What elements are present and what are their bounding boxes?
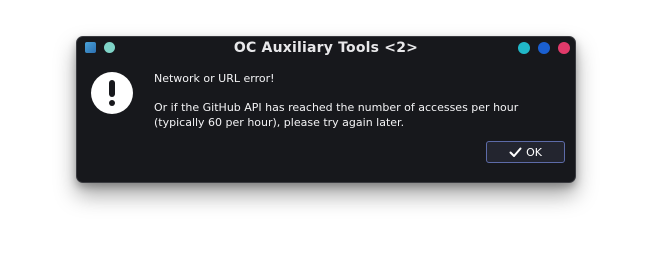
- close-button[interactable]: [558, 42, 570, 54]
- check-icon: [509, 147, 522, 158]
- error-dialog: OC Auxiliary Tools <2> Network or URL er…: [76, 36, 576, 183]
- maximize-button[interactable]: [538, 42, 550, 54]
- error-title: Network or URL error!: [154, 72, 275, 85]
- ok-label: OK: [526, 145, 542, 159]
- minimize-button[interactable]: [518, 42, 530, 54]
- message-text: Network or URL error! Or if the GitHub A…: [154, 71, 564, 130]
- ok-button[interactable]: OK: [486, 141, 565, 163]
- title-bar[interactable]: OC Auxiliary Tools <2>: [77, 37, 575, 59]
- window-title: OC Auxiliary Tools <2>: [233, 40, 419, 56]
- exclamation-icon: [91, 72, 133, 114]
- error-detail: Or if the GitHub API has reached the num…: [154, 101, 519, 129]
